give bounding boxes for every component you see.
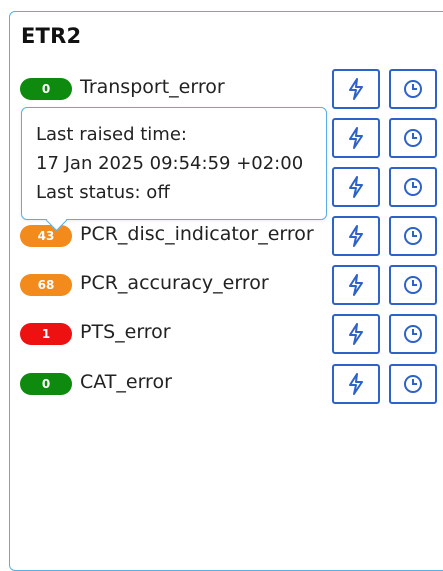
- clock-icon: [404, 129, 422, 147]
- error-label: PCR_accuracy_error: [80, 272, 269, 294]
- clock-icon: [404, 178, 422, 196]
- error-row-pts: 1 PTS_error: [0, 314, 443, 354]
- count-badge: 68: [20, 274, 72, 296]
- history-button[interactable]: [389, 265, 437, 305]
- tooltip-last-status: Last status: off: [36, 182, 170, 203]
- count-badge: 43: [20, 225, 72, 247]
- lightning-icon: [349, 176, 363, 198]
- count-badge: 1: [20, 323, 72, 345]
- lightning-icon: [349, 274, 363, 296]
- error-row-cat: 0 CAT_error: [0, 364, 443, 404]
- error-label: PTS_error: [80, 321, 171, 343]
- count-badge: 0: [20, 78, 72, 100]
- error-label: Transport_error: [80, 76, 225, 98]
- error-label: PCR_disc_indicator_error: [80, 223, 314, 245]
- history-button[interactable]: [389, 314, 437, 354]
- clock-icon: [404, 325, 422, 343]
- trigger-button[interactable]: [332, 314, 380, 354]
- panel-title: ETR2: [21, 24, 82, 48]
- error-row-transport: 0 Transport_error: [0, 69, 443, 109]
- clock-icon: [404, 80, 422, 98]
- lightning-icon: [349, 373, 363, 395]
- count-badge: 0: [20, 373, 72, 395]
- lightning-icon: [349, 225, 363, 247]
- last-raised-tooltip: Last raised time: 17 Jan 2025 09:54:59 +…: [21, 107, 327, 232]
- clock-icon: [404, 375, 422, 393]
- trigger-button[interactable]: [332, 118, 380, 158]
- clock-icon: [404, 276, 422, 294]
- history-button[interactable]: [389, 167, 437, 207]
- error-row-pcr-accuracy: 68 PCR_accuracy_error: [0, 265, 443, 305]
- history-button[interactable]: [389, 118, 437, 158]
- trigger-button[interactable]: [332, 69, 380, 109]
- tooltip-raised-label: Last raised time:: [36, 124, 187, 145]
- trigger-button[interactable]: [332, 167, 380, 207]
- history-button[interactable]: [389, 69, 437, 109]
- history-button[interactable]: [389, 216, 437, 256]
- lightning-icon: [349, 127, 363, 149]
- error-row-pcr-disc: 43 PCR_disc_indicator_error: [0, 216, 443, 256]
- error-label: CAT_error: [80, 371, 172, 393]
- lightning-icon: [349, 78, 363, 100]
- trigger-button[interactable]: [332, 364, 380, 404]
- clock-icon: [404, 227, 422, 245]
- trigger-button[interactable]: [332, 216, 380, 256]
- lightning-icon: [349, 323, 363, 345]
- history-button[interactable]: [389, 364, 437, 404]
- trigger-button[interactable]: [332, 265, 380, 305]
- tooltip-raised-time: 17 Jan 2025 09:54:59 +02:00: [36, 153, 304, 174]
